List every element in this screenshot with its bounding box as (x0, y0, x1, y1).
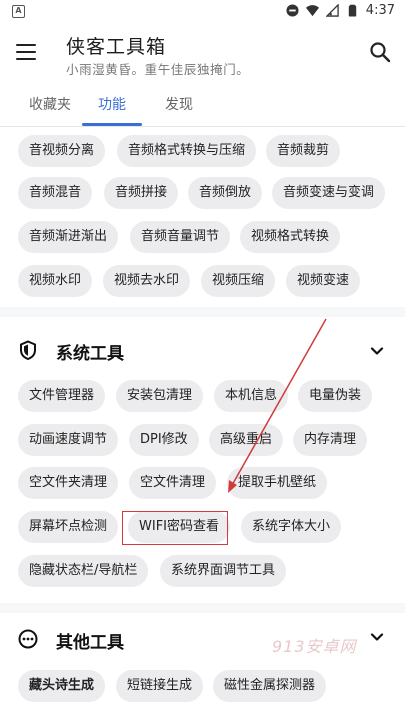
tab-functions[interactable]: 功能 (98, 94, 126, 114)
chevron-down-icon[interactable] (370, 630, 384, 644)
tool-chip[interactable]: 提取手机壁纸 (227, 467, 328, 499)
tool-chip[interactable]: 本机信息 (214, 380, 289, 412)
tool-chip[interactable]: DPI修改 (129, 424, 199, 456)
signal-icon (325, 4, 339, 17)
tool-chip[interactable]: 空文件清理 (129, 467, 217, 499)
tool-chip[interactable]: 安装包清理 (116, 380, 204, 412)
tool-chip[interactable]: 音频渐进渐出 (18, 221, 119, 253)
menu-icon[interactable] (16, 44, 36, 60)
highlight-box (122, 511, 228, 545)
battery-icon (348, 4, 357, 17)
tool-chip[interactable]: 藏头诗生成 (18, 670, 106, 702)
content-scroll-area[interactable]: 音视频分离 音频格式转换与压缩 音频裁剪 音频混音 音频拼接 音频倒放 音频变速… (0, 127, 405, 720)
tool-chip[interactable]: 隐藏状态栏/导航栏 (18, 555, 149, 587)
tab-discover[interactable]: 发现 (165, 94, 193, 114)
shield-icon (20, 340, 36, 360)
tool-chip[interactable]: 屏幕坏点检测 (18, 511, 119, 543)
tool-chip[interactable]: 音频音量调节 (130, 221, 231, 253)
watermark: 913安卓网 (272, 637, 357, 656)
tool-chip[interactable]: 音频格式转换与压缩 (117, 135, 257, 167)
tool-chip[interactable]: 音频裁剪 (266, 135, 341, 167)
tool-chip[interactable]: 文件管理器 (18, 380, 106, 412)
tool-chip[interactable]: 系统界面调节工具 (160, 555, 287, 587)
chevron-down-icon[interactable] (370, 344, 384, 358)
tool-chip[interactable]: 动画速度调节 (18, 424, 119, 456)
tool-chip[interactable]: 磁性金属探测器 (213, 670, 327, 702)
tool-chip[interactable]: 音视频分离 (18, 135, 106, 167)
tool-chip[interactable]: 短链接生成 (116, 670, 204, 702)
tool-chip[interactable]: 系统字体大小 (241, 511, 342, 543)
app-bar: 侠客工具箱 小雨湿黄昏。重午佳辰独掩门。 (0, 26, 405, 82)
tool-chip[interactable]: 视频水印 (18, 265, 93, 297)
section-title: 其他工具 (56, 633, 124, 653)
tool-chip[interactable]: 视频变速 (286, 265, 361, 297)
tool-chip[interactable]: 音频变速与变调 (272, 177, 386, 209)
wifi-icon (305, 5, 319, 17)
app-subtitle: 小雨湿黄昏。重午佳辰独掩门。 (66, 62, 250, 77)
tool-chip[interactable]: 视频去水印 (103, 265, 191, 297)
tool-chip[interactable]: 音频倒放 (188, 177, 263, 209)
app-title: 侠客工具箱 (66, 36, 167, 58)
tool-chip[interactable]: 音频拼接 (104, 177, 179, 209)
tool-chip[interactable]: 视频格式转换 (240, 221, 341, 253)
tool-chip[interactable]: 电量伪装 (298, 380, 373, 412)
do-not-disturb-icon (286, 4, 299, 17)
tab-bar: 收藏夹 功能 发现 (0, 82, 405, 127)
other-tools-card: 其他工具 藏头诗生成 短链接生成 磁性金属探测器 (0, 613, 405, 720)
tool-chip[interactable]: 空文件夹清理 (18, 467, 119, 499)
tool-chip[interactable]: 视频压缩 (201, 265, 276, 297)
system-tools-card: 系统工具 文件管理器 安装包清理 本机信息 电量伪装 动画速度调节 DPI修改 … (0, 317, 405, 603)
more-circle-icon (18, 629, 38, 649)
tool-chip[interactable]: 音频混音 (18, 177, 93, 209)
tool-chip[interactable]: 内存清理 (293, 424, 368, 456)
audio-video-card: 音视频分离 音频格式转换与压缩 音频裁剪 音频混音 音频拼接 音频倒放 音频变速… (0, 127, 405, 307)
search-icon[interactable] (369, 41, 391, 63)
tab-favorites[interactable]: 收藏夹 (29, 94, 71, 114)
section-title: 系统工具 (56, 344, 124, 364)
status-time: 4:37 (365, 3, 395, 18)
tool-chip[interactable]: 高级重启 (209, 424, 284, 456)
tab-indicator (82, 123, 142, 126)
status-bar: A 4:37 (0, 0, 405, 26)
notification-a-icon: A (12, 5, 25, 18)
